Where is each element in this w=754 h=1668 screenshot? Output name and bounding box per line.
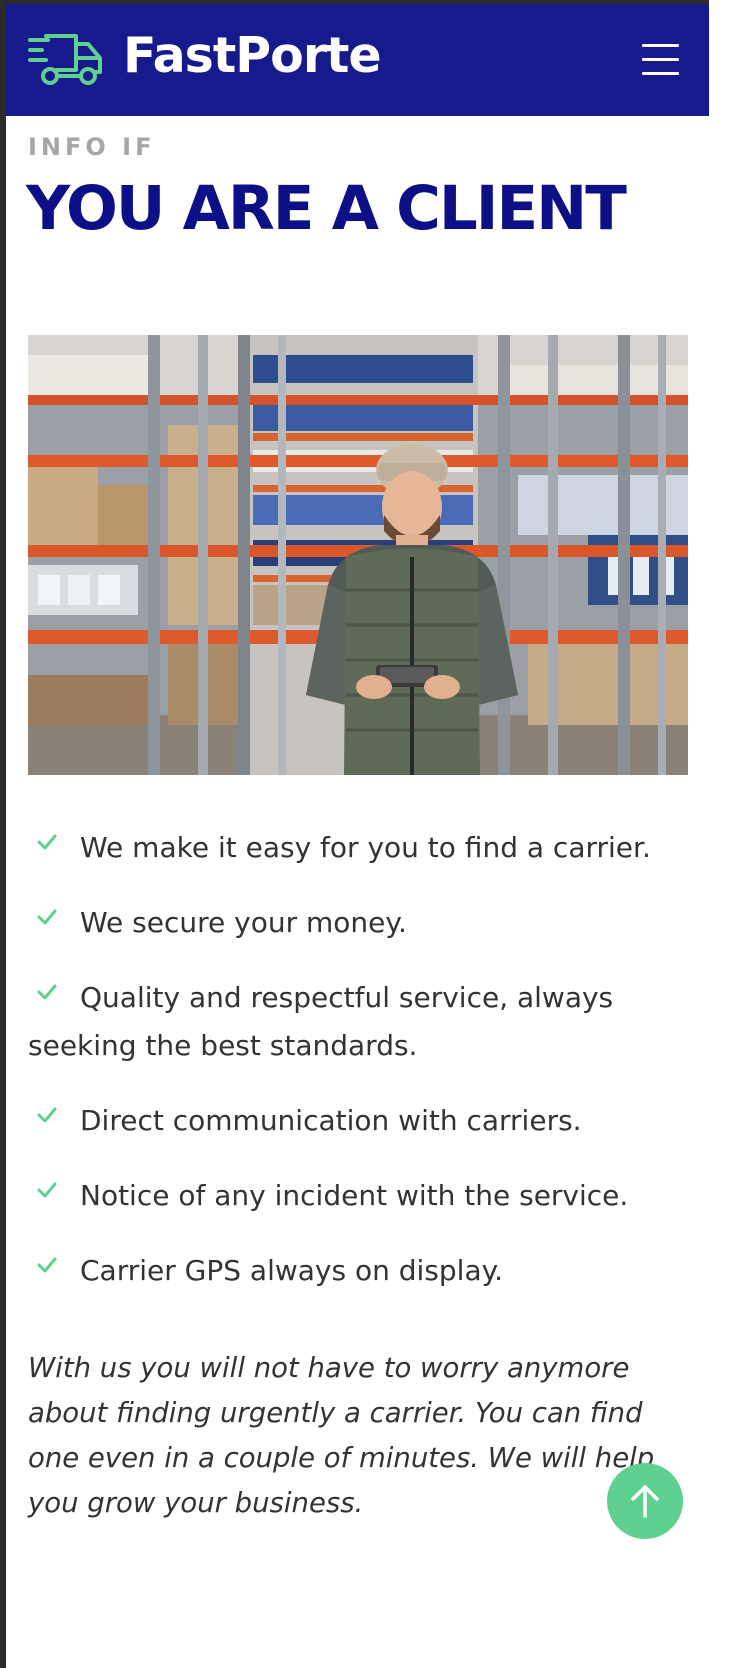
delivery-truck-icon[interactable]	[28, 32, 106, 88]
closing-paragraph: With us you will not have to worry anymo…	[28, 1352, 655, 1519]
hamburger-menu-icon	[642, 44, 679, 47]
feature-list: We make it easy for you to find a carrie…	[28, 824, 692, 1322]
hamburger-menu-icon	[642, 72, 679, 75]
brand-name[interactable]: FastPorte	[123, 24, 382, 88]
list-item: We make it easy for you to find a carrie…	[28, 824, 692, 872]
check-icon	[37, 1182, 57, 1198]
check-icon	[37, 909, 57, 925]
feature-text: Quality and respectful service, always s…	[28, 981, 614, 1062]
check-icon	[37, 984, 57, 1000]
section-eyebrow: INFO IF	[28, 133, 156, 161]
check-icon	[37, 834, 57, 850]
arrow-up-icon	[631, 1485, 659, 1518]
page-gutter	[709, 0, 754, 1668]
menu-button[interactable]	[636, 40, 684, 80]
site-header: FastPorte	[6, 4, 709, 116]
list-item: Direct communication with carriers.	[28, 1097, 692, 1145]
hamburger-menu-icon	[642, 58, 679, 61]
check-icon	[37, 1257, 57, 1273]
feature-text: We make it easy for you to find a carrie…	[80, 831, 651, 864]
scroll-to-top-button[interactable]	[607, 1463, 683, 1539]
hero-image	[28, 335, 688, 775]
page-title: YOU ARE A CLIENT	[26, 173, 627, 244]
feature-text: Direct communication with carriers.	[80, 1104, 582, 1137]
check-icon	[37, 1107, 57, 1123]
mobile-page: FastPorte INFO IF YOU ARE A CLIENT We ma…	[6, 4, 709, 1668]
list-item: Carrier GPS always on display.	[28, 1247, 692, 1295]
feature-text: Notice of any incident with the service.	[80, 1179, 629, 1212]
feature-text: Carrier GPS always on display.	[80, 1254, 504, 1287]
list-item: We secure your money.	[28, 899, 692, 947]
feature-text: We secure your money.	[80, 906, 407, 939]
list-item: Quality and respectful service, always s…	[28, 974, 692, 1070]
list-item: Notice of any incident with the service.	[28, 1172, 692, 1220]
